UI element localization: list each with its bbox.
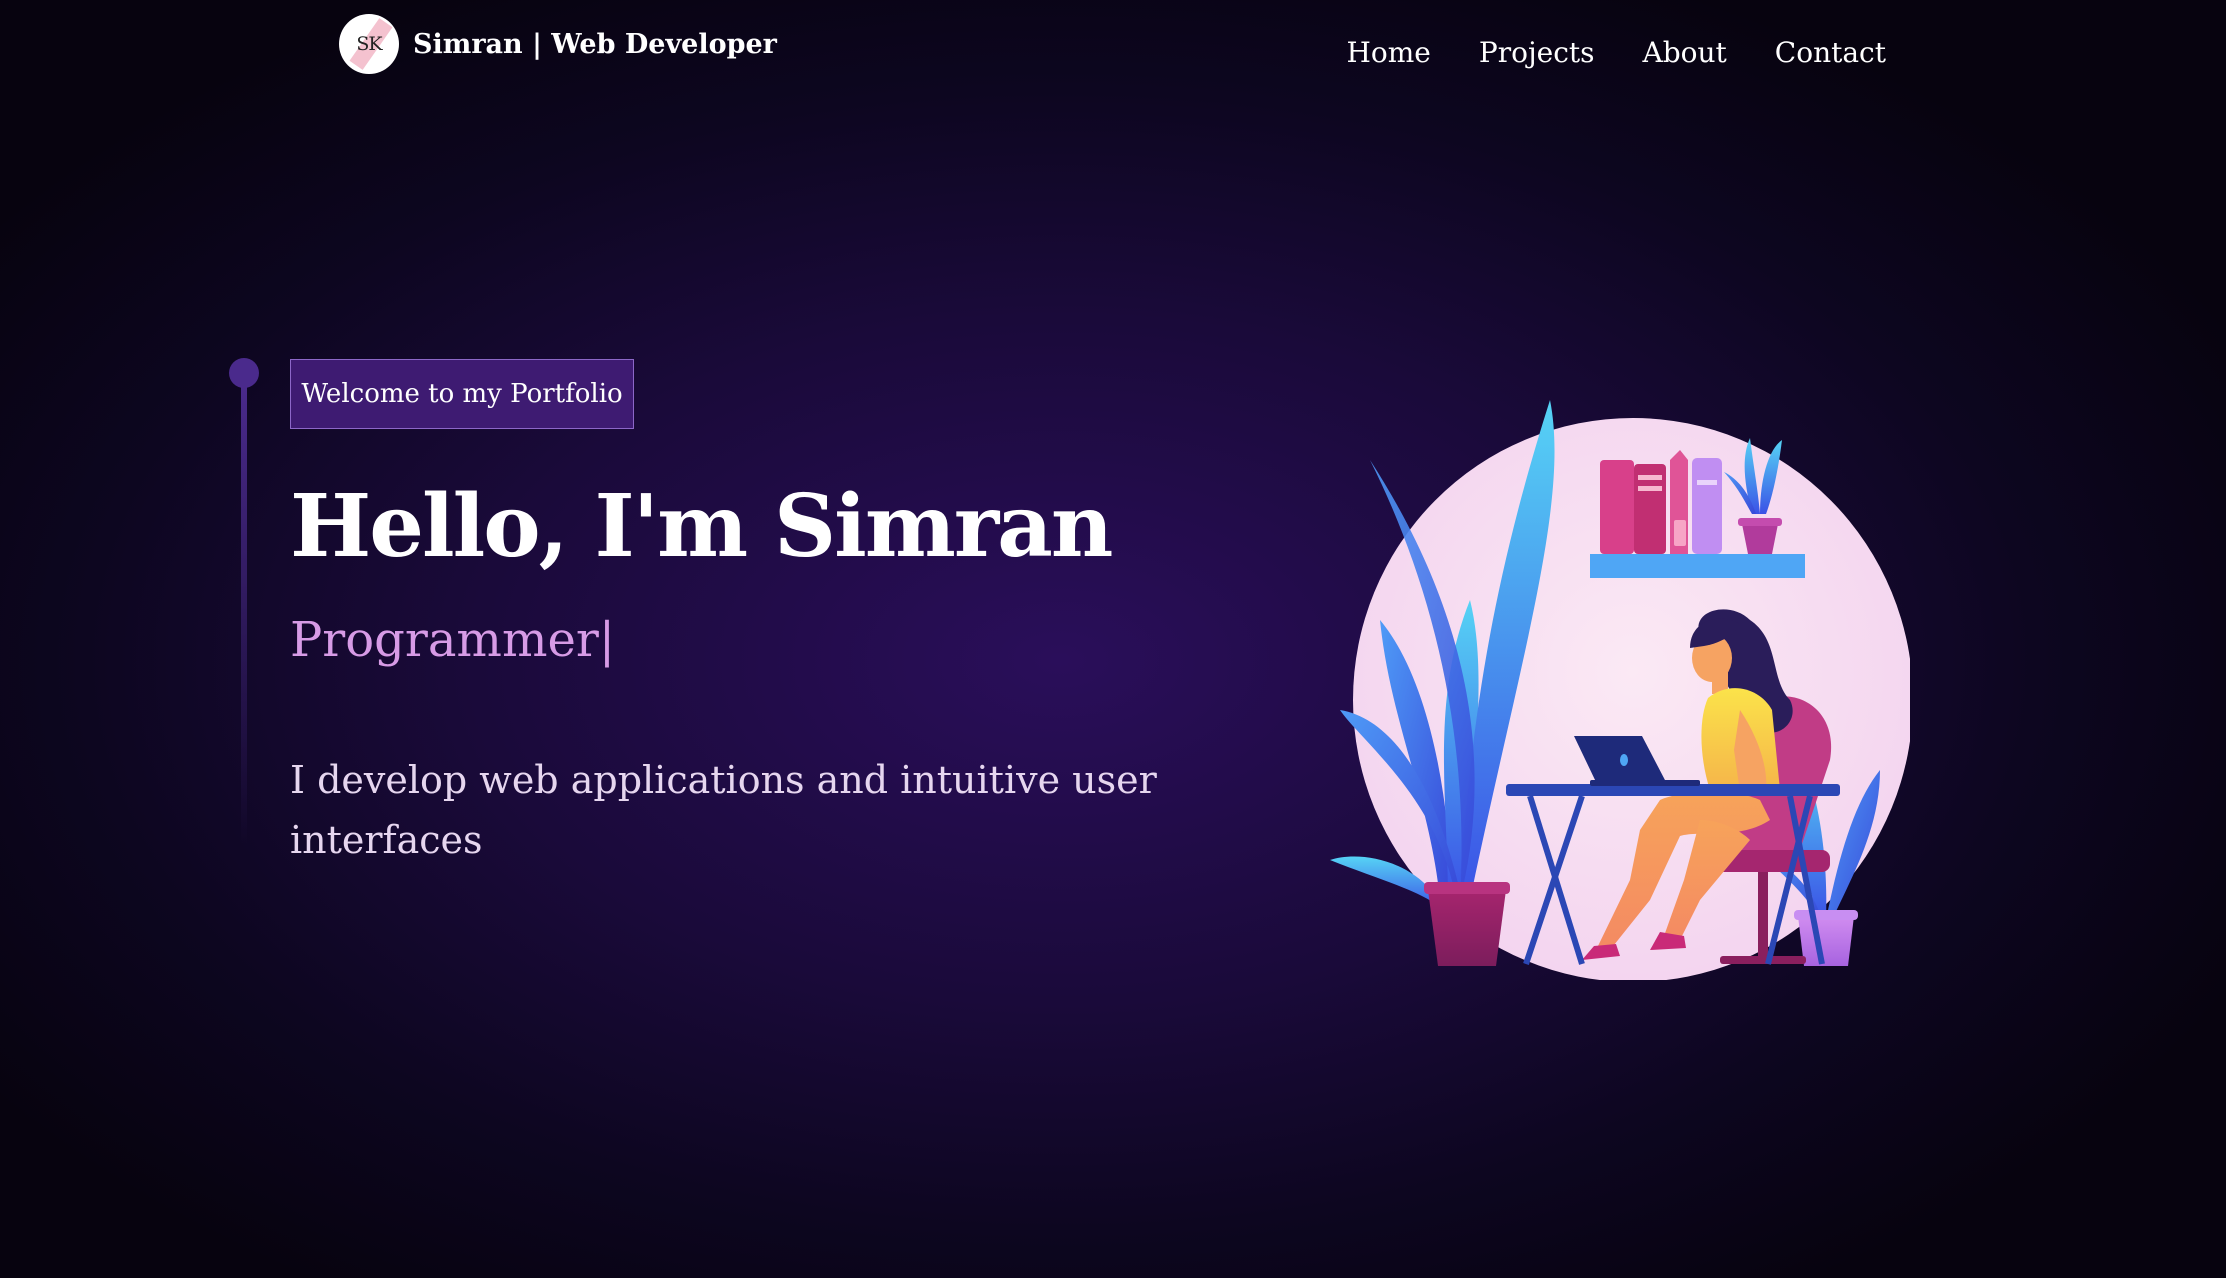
welcome-badge: Welcome to my Portfolio — [290, 359, 634, 429]
wall-shelf — [1590, 554, 1805, 578]
typing-caret: | — [598, 612, 615, 668]
nav-link-contact[interactable]: Contact — [1775, 36, 1886, 69]
hero-illustration — [1320, 380, 1913, 982]
logo-avatar: SK — [339, 14, 399, 74]
main-navigation: Home Projects About Contact — [1346, 36, 1886, 69]
hero-description: I develop web applications and intuitive… — [290, 758, 1157, 862]
role-label: Programmer — [290, 612, 599, 668]
left-plant-pot — [1428, 890, 1506, 966]
timeline-line — [241, 384, 247, 844]
logo-initials: SK — [356, 33, 382, 55]
hero-heading: Hello, I'm Simran — [290, 476, 1113, 577]
typed-role-text: Programmer| — [290, 612, 615, 668]
nav-link-about[interactable]: About — [1643, 36, 1727, 69]
brand-logo-link[interactable]: SK Simran | Web Developer — [339, 14, 777, 74]
timeline-decoration — [229, 358, 259, 868]
nav-link-projects[interactable]: Projects — [1479, 36, 1595, 69]
brand-title: Simran | Web Developer — [413, 28, 777, 60]
nav-link-home[interactable]: Home — [1346, 36, 1430, 69]
right-plant-pot — [1798, 916, 1854, 966]
